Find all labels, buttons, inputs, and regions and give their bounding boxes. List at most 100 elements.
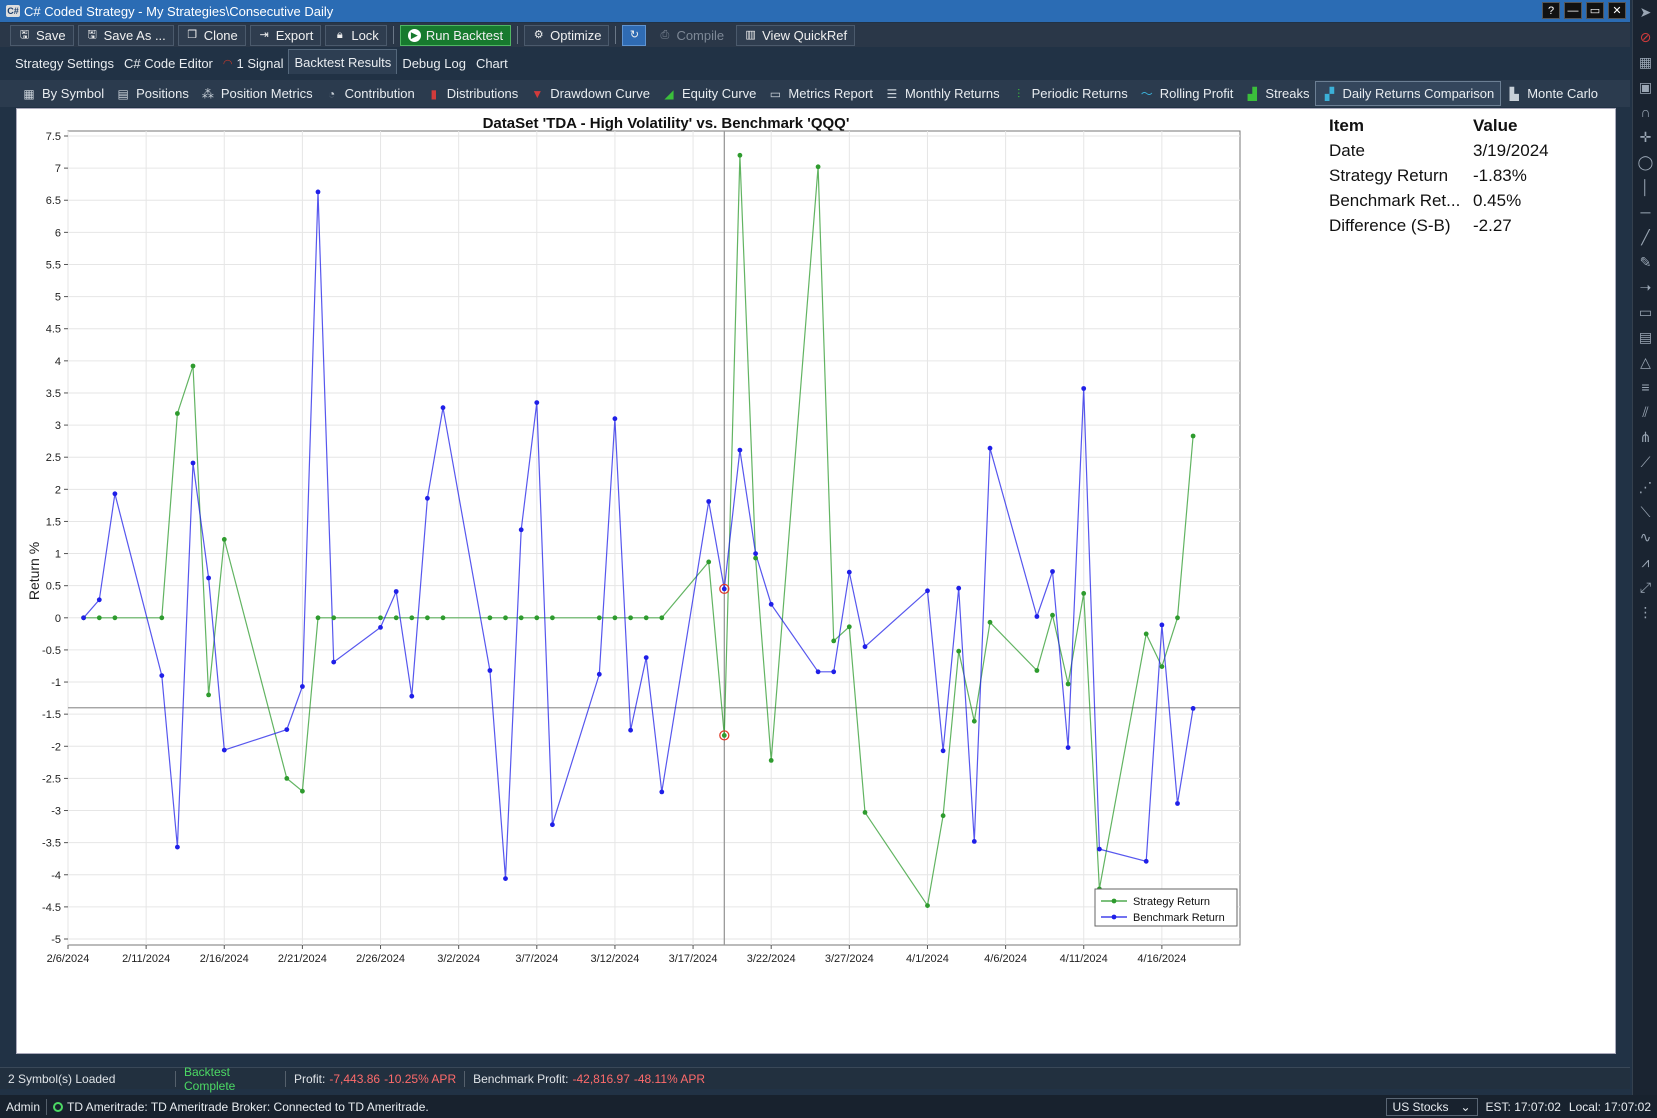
data-point-series-0[interactable] <box>393 615 399 621</box>
help-button[interactable]: ? <box>1542 2 1560 19</box>
data-point-series-1[interactable] <box>643 655 649 660</box>
data-point-series-0[interactable] <box>331 615 337 621</box>
data-point-series-0[interactable] <box>925 903 930 908</box>
tab-daily-returns-comparison[interactable]: ▞ Daily Returns Comparison <box>1315 81 1502 106</box>
tab-equity-curve[interactable]: ◢ Equity Curve <box>656 81 762 106</box>
tab-distributions[interactable]: ▮ Distributions <box>421 81 525 106</box>
data-point-series-0[interactable] <box>815 164 821 170</box>
data-point-series-0[interactable] <box>753 555 758 561</box>
data-point-series-1[interactable] <box>721 586 727 592</box>
data-point-series-0[interactable] <box>1034 668 1040 673</box>
tab-positions[interactable]: ▤ Positions <box>110 81 195 106</box>
data-point-series-1[interactable] <box>1143 858 1149 864</box>
tab-monte-carlo[interactable]: ▙ Monte Carlo <box>1501 81 1604 106</box>
data-point-series-0[interactable] <box>190 363 196 369</box>
more-tools-icon[interactable]: ⋮ <box>1633 600 1657 625</box>
data-point-series-0[interactable] <box>1190 433 1196 439</box>
data-point-series-0[interactable] <box>862 810 868 815</box>
data-point-series-1[interactable] <box>315 189 321 195</box>
data-point-series-0[interactable] <box>612 615 618 621</box>
data-point-series-0[interactable] <box>971 718 977 724</box>
data-point-series-0[interactable] <box>221 537 227 542</box>
data-point-series-1[interactable] <box>425 495 430 501</box>
fibonacci-icon[interactable]: ≡ <box>1633 375 1657 400</box>
data-point-series-1[interactable] <box>956 585 962 591</box>
vertical-line-icon[interactable]: │ <box>1633 175 1657 200</box>
save-as-button[interactable]: 🖫 Save As ... <box>77 24 174 46</box>
data-point-series-0[interactable] <box>956 648 962 654</box>
data-point-series-0[interactable] <box>175 411 180 416</box>
crosshair-tool-icon[interactable]: ✛ <box>1633 125 1657 150</box>
data-point-series-0[interactable] <box>721 733 727 738</box>
tab-drawdown-curve[interactable]: ▼ Drawdown Curve <box>524 81 656 106</box>
data-point-series-1[interactable] <box>1034 614 1040 619</box>
data-point-series-1[interactable] <box>378 625 383 630</box>
data-point-series-1[interactable] <box>190 460 196 466</box>
optimize-button[interactable]: ⚙ Optimize <box>524 24 610 46</box>
data-point-series-1[interactable] <box>503 876 508 881</box>
lock-button[interactable]: 🔒︎ Lock <box>325 24 387 46</box>
horizontal-line-icon[interactable]: ─ <box>1633 200 1657 225</box>
data-point-series-0[interactable] <box>831 638 837 644</box>
data-point-series-1[interactable] <box>409 693 415 699</box>
refresh-button[interactable]: ↻ <box>622 24 647 46</box>
speed-lines-icon[interactable]: ⋰ <box>1633 475 1657 500</box>
data-point-series-0[interactable] <box>737 152 743 158</box>
data-point-series-1[interactable] <box>971 839 977 844</box>
data-point-series-1[interactable] <box>925 588 930 594</box>
data-point-series-1[interactable] <box>96 597 102 603</box>
data-point-series-0[interactable] <box>940 813 946 819</box>
cursor-icon[interactable]: ➤ <box>1633 0 1657 25</box>
data-point-series-0[interactable] <box>1175 615 1180 621</box>
data-point-series-0[interactable] <box>1159 664 1165 669</box>
pitchfork-icon[interactable]: ⋔ <box>1633 425 1657 450</box>
data-point-series-1[interactable] <box>659 789 665 795</box>
data-point-series-1[interactable] <box>112 491 118 497</box>
data-point-series-1[interactable] <box>159 673 165 678</box>
data-point-series-0[interactable] <box>706 559 712 565</box>
data-point-series-0[interactable] <box>987 619 993 625</box>
wave-tool-icon[interactable]: ∿ <box>1633 525 1657 550</box>
data-point-series-1[interactable] <box>550 822 555 828</box>
cancel-icon[interactable]: ⊘ <box>1633 25 1657 50</box>
data-point-series-1[interactable] <box>393 589 399 594</box>
data-point-series-1[interactable] <box>487 668 493 673</box>
trend-line-icon[interactable]: ╱ <box>1633 225 1657 250</box>
clone-button[interactable]: ❐ Clone <box>177 24 246 46</box>
data-point-series-1[interactable] <box>1081 386 1087 391</box>
tab-position-metrics[interactable]: ⁂ Position Metrics <box>195 81 319 106</box>
view-quickref-button[interactable]: ▥ View QuickRef <box>736 24 856 46</box>
data-point-series-0[interactable] <box>284 776 290 781</box>
data-point-series-1[interactable] <box>1065 745 1071 750</box>
data-point-series-1[interactable] <box>1050 569 1055 574</box>
magnet-icon[interactable]: ∩ <box>1633 100 1657 125</box>
rectangle-tool-icon[interactable]: ▭ <box>1633 300 1657 325</box>
tab-contribution[interactable]: ◔ Contribution <box>319 81 421 106</box>
tab-rolling-profit[interactable]: 〜 Rolling Profit <box>1134 81 1240 106</box>
data-point-series-0[interactable] <box>550 615 555 621</box>
compile-button[interactable]: ⎙ Compile <box>650 25 732 46</box>
data-point-series-1[interactable] <box>534 400 540 405</box>
data-point-series-1[interactable] <box>284 727 290 732</box>
data-point-series-1[interactable] <box>596 671 602 677</box>
data-point-series-1[interactable] <box>518 527 524 533</box>
regression-tool-icon[interactable]: ⟍ <box>1633 500 1657 525</box>
tab-strategy-settings[interactable]: Strategy Settings <box>10 52 119 74</box>
run-backtest-button[interactable]: ▶ Run Backtest <box>399 24 512 46</box>
data-point-series-1[interactable] <box>1097 846 1102 852</box>
data-point-series-1[interactable] <box>1175 801 1180 806</box>
data-point-series-1[interactable] <box>768 601 774 607</box>
data-point-series-1[interactable] <box>440 405 446 411</box>
daily-returns-chart[interactable]: DataSet 'TDA - High Volatility' vs. Benc… <box>17 109 1317 1055</box>
data-point-series-0[interactable] <box>643 615 649 621</box>
ellipse-tool-icon[interactable]: ◯ <box>1633 150 1657 175</box>
calendar-icon[interactable]: ▣ <box>1633 75 1657 100</box>
data-point-series-0[interactable] <box>1143 631 1149 637</box>
data-point-series-1[interactable] <box>737 447 743 453</box>
tab-by-symbol[interactable]: ▦ By Symbol <box>16 81 110 106</box>
data-point-series-1[interactable] <box>206 575 212 581</box>
close-button[interactable]: ✕ <box>1608 2 1626 19</box>
data-point-series-0[interactable] <box>659 615 665 621</box>
measure-tool-icon[interactable]: ⤢ <box>1633 575 1657 600</box>
data-point-series-0[interactable] <box>206 692 212 698</box>
